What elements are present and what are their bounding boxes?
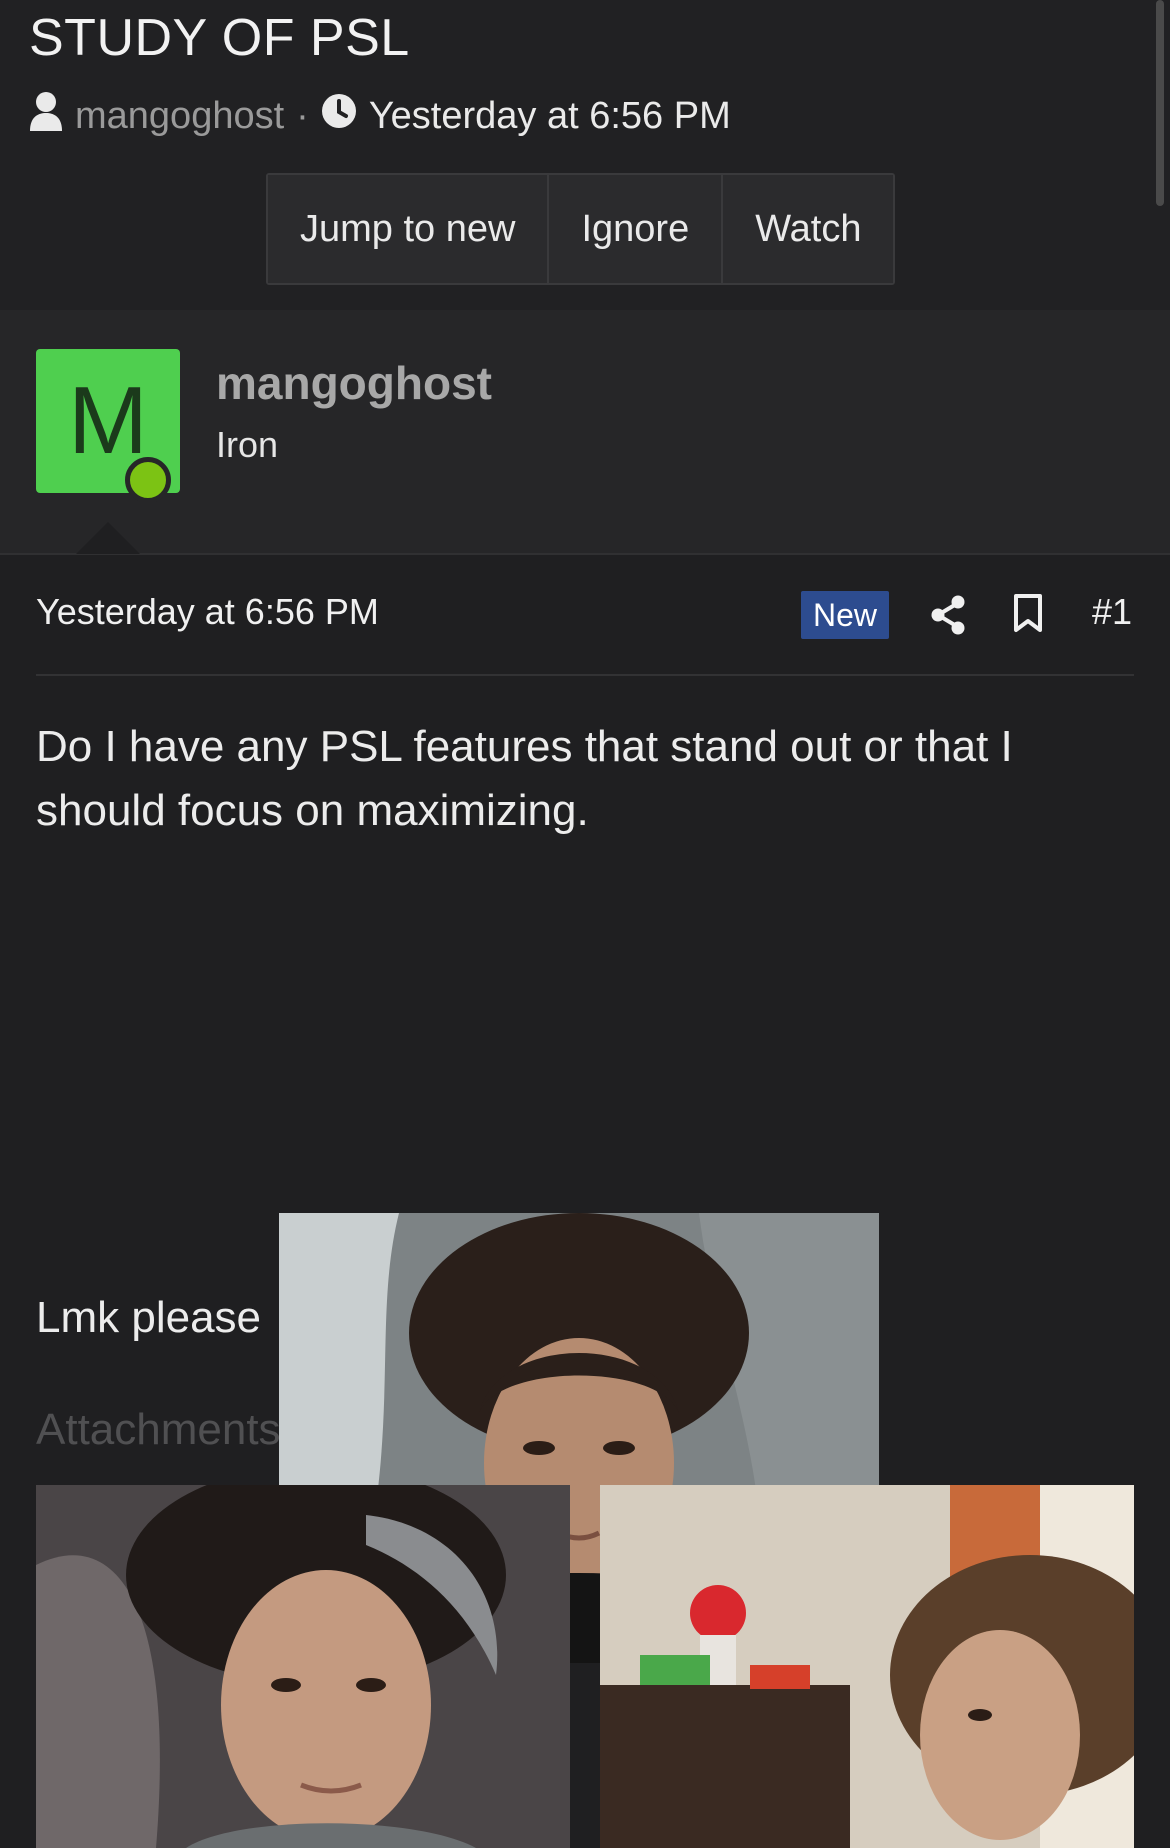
post-number-link[interactable]: #1 (1092, 591, 1132, 633)
thread-date[interactable]: Yesterday at 6:56 PM (369, 95, 731, 138)
thread-header: STUDY OF PSL mangoghost · Yesterday at 6… (0, 0, 1170, 310)
ignore-button[interactable]: Ignore (549, 175, 724, 283)
post: M mangoghost Iron Yesterday at 6:56 PM N… (0, 310, 1170, 1848)
post-inline-text: Lmk please (36, 1293, 262, 1342)
post-header-divider (36, 674, 1134, 676)
user-block-caret (76, 522, 140, 554)
online-status-dot (125, 457, 171, 503)
post-body: Yesterday at 6:56 PM New #1 Do I have an… (0, 555, 1170, 1848)
meta-separator: · (296, 94, 309, 137)
attachments-heading: Attachments (36, 1405, 281, 1454)
clock-icon (321, 93, 357, 139)
thread-actions: Jump to new Ignore Watch (266, 173, 896, 285)
jump-to-new-button[interactable]: Jump to new (268, 175, 550, 283)
thread-title: STUDY OF PSL (29, 9, 410, 67)
watch-button[interactable]: Watch (723, 175, 894, 283)
user-rank-title: Iron (216, 424, 279, 465)
attachment-thumbnail[interactable] (600, 1485, 1134, 1848)
post-user-block: M mangoghost Iron (0, 310, 1170, 555)
user-icon (29, 91, 63, 141)
share-icon[interactable] (929, 595, 967, 635)
thread-author-link[interactable]: mangoghost (75, 95, 284, 138)
attachment-thumbnail[interactable] (36, 1485, 570, 1848)
scrollbar[interactable] (1156, 0, 1164, 206)
post-username[interactable]: mangoghost (216, 356, 492, 410)
bookmark-icon[interactable] (1012, 593, 1044, 633)
post-date[interactable]: Yesterday at 6:56 PM (36, 591, 379, 633)
thread-meta: mangoghost · Yesterday at 6:56 PM (29, 92, 731, 140)
new-badge: New (801, 591, 889, 639)
post-message: Do I have any PSL features that stand ou… (36, 722, 1013, 835)
